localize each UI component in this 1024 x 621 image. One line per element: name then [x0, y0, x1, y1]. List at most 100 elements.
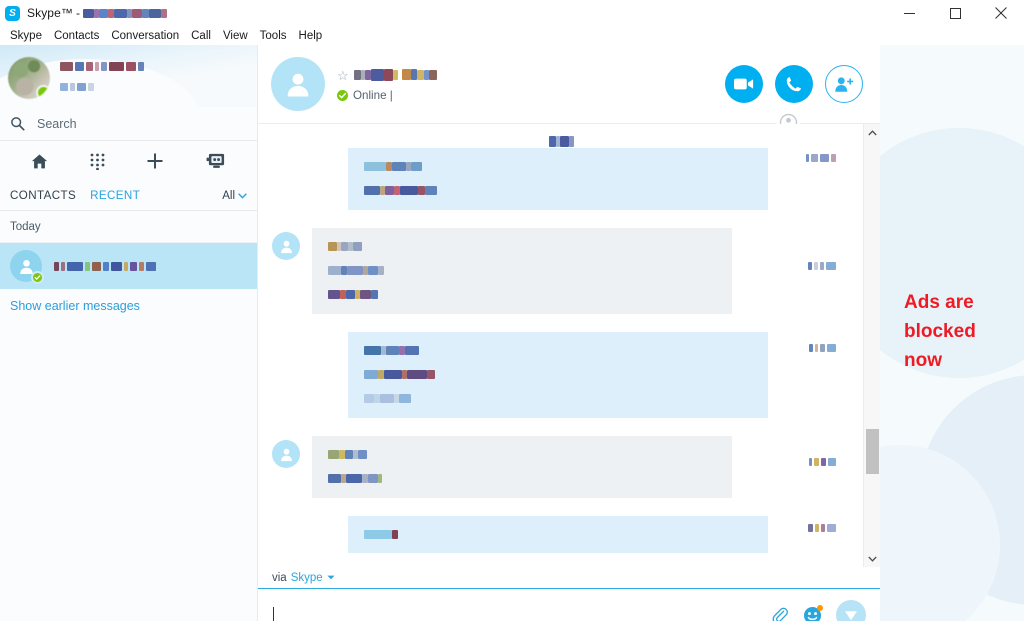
presence-badge-online — [31, 271, 44, 284]
sidebar-tabs: CONTACTS RECENT All — [0, 181, 257, 211]
show-earlier-messages-link[interactable]: Show earlier messages — [0, 289, 257, 323]
presence-badge-online — [337, 90, 348, 101]
sidebar-nav — [0, 141, 257, 181]
message-bubble-incoming[interactable] — [312, 228, 732, 314]
voice-call-button[interactable] — [775, 65, 813, 103]
sidebar: Search CONTACTS RECENT All Today Show ea… — [0, 45, 258, 621]
message-avatar — [272, 440, 300, 468]
message-line-redacted — [328, 261, 720, 280]
contact-status-text: Online | — [353, 89, 393, 102]
message-row — [272, 148, 850, 210]
skype-logo-icon: S — [5, 5, 20, 21]
message-line-redacted — [364, 389, 756, 408]
message-line-redacted — [364, 365, 756, 384]
menu-item-help[interactable]: Help — [293, 28, 329, 44]
via-prefix-label: via — [272, 571, 287, 584]
menu-item-call[interactable]: Call — [185, 28, 217, 44]
message-timestamp-redacted — [808, 262, 836, 270]
add-people-button[interactable] — [825, 65, 863, 103]
emoticon-icon[interactable] — [803, 604, 823, 621]
profile-panel[interactable] — [0, 45, 257, 107]
scroll-down-button[interactable] — [864, 550, 881, 567]
tab-contacts[interactable]: CONTACTS — [10, 189, 76, 202]
message-input-row[interactable] — [258, 589, 880, 621]
minimize-button[interactable] — [886, 0, 932, 26]
ads-blocked-message: Ads are blocked now — [904, 292, 976, 371]
menu-item-contacts[interactable]: Contacts — [48, 28, 105, 44]
filter-label: All — [222, 189, 235, 202]
via-service-bar[interactable]: via Skype — [258, 567, 880, 589]
menu-item-view[interactable]: View — [217, 28, 254, 44]
message-bubble-outgoing[interactable] — [348, 516, 768, 553]
conversation-name-redacted — [54, 261, 156, 271]
message-avatar — [272, 232, 300, 260]
conversation-group-header: Today — [0, 211, 257, 243]
text-cursor — [273, 607, 274, 621]
chat-header-actions — [725, 65, 880, 103]
profile-name-redacted — [60, 62, 144, 71]
send-button[interactable] — [836, 600, 866, 621]
contact-name-line: ☆ — [337, 66, 437, 84]
message-timestamp-redacted — [808, 524, 836, 532]
search-bar[interactable]: Search — [0, 107, 257, 141]
menu-item-skype[interactable]: Skype — [4, 28, 48, 44]
message-scrollbar[interactable] — [863, 124, 880, 567]
compose-icons — [772, 600, 880, 621]
dialpad-icon[interactable] — [90, 153, 105, 170]
message-line-redacted — [328, 285, 720, 304]
profile-status-redacted — [60, 83, 94, 91]
attach-icon[interactable] — [772, 607, 789, 621]
search-input-placeholder[interactable]: Search — [37, 117, 77, 131]
compose-area: via Skype — [258, 567, 880, 621]
chat-header: ☆ Online | — [258, 45, 880, 135]
conversation-list-item[interactable] — [0, 243, 257, 289]
message-line-redacted — [364, 525, 756, 544]
message-bubble-incoming[interactable] — [312, 436, 732, 498]
message-line-redacted — [328, 445, 720, 464]
message-timestamp-redacted — [806, 154, 836, 162]
avatar — [10, 250, 44, 284]
contact-avatar[interactable] — [271, 57, 325, 111]
video-message-icon[interactable] — [206, 152, 227, 170]
contact-meta: ☆ Online | — [337, 66, 437, 102]
menu-bar: Skype Contacts Conversation Call View To… — [0, 26, 1024, 45]
message-line-redacted — [328, 469, 720, 488]
chat-panel: ☆ Online | via Skype — [258, 45, 880, 621]
message-row — [272, 332, 850, 418]
message-bubble-outgoing[interactable] — [348, 332, 768, 418]
menu-item-conversation[interactable]: Conversation — [105, 28, 185, 44]
window-title-separator: - — [75, 6, 81, 20]
message-row — [272, 436, 850, 498]
via-chevron-icon[interactable] — [327, 575, 335, 580]
message-list[interactable] — [258, 124, 880, 567]
video-call-button[interactable] — [725, 65, 763, 103]
add-contact-icon[interactable] — [145, 151, 165, 171]
scrollbar-thumb[interactable] — [866, 429, 879, 474]
home-icon[interactable] — [30, 152, 49, 171]
profile-avatar[interactable] — [8, 57, 50, 99]
message-line-redacted — [328, 237, 720, 256]
close-button[interactable] — [978, 0, 1024, 26]
message-line-redacted — [364, 181, 756, 200]
window-controls — [886, 0, 1024, 26]
skype-window: S Skype™ - Skype Contacts Conversation C… — [0, 0, 1024, 621]
scroll-up-button[interactable] — [864, 124, 880, 141]
tab-recent[interactable]: RECENT — [90, 189, 140, 202]
profile-presence-badge — [36, 85, 50, 99]
message-timestamp-redacted — [809, 344, 836, 352]
favorite-star-icon[interactable]: ☆ — [337, 69, 349, 82]
message-line-redacted — [364, 157, 756, 176]
message-timestamp-redacted — [809, 458, 836, 466]
filter-dropdown[interactable]: All — [222, 190, 247, 202]
window-title-account-redacted — [83, 6, 168, 20]
ads-panel: Ads are blocked now — [880, 45, 1024, 621]
maximize-button[interactable] — [932, 0, 978, 26]
title-bar: S Skype™ - — [0, 0, 1024, 26]
message-row — [272, 516, 850, 553]
window-title: Skype™ - — [27, 6, 168, 20]
emoticon-notification-dot — [817, 604, 823, 611]
via-service-label[interactable]: Skype — [291, 572, 323, 584]
message-bubble-outgoing[interactable] — [348, 148, 768, 210]
menu-item-tools[interactable]: Tools — [254, 28, 293, 44]
contact-status-line: Online | — [337, 89, 437, 102]
